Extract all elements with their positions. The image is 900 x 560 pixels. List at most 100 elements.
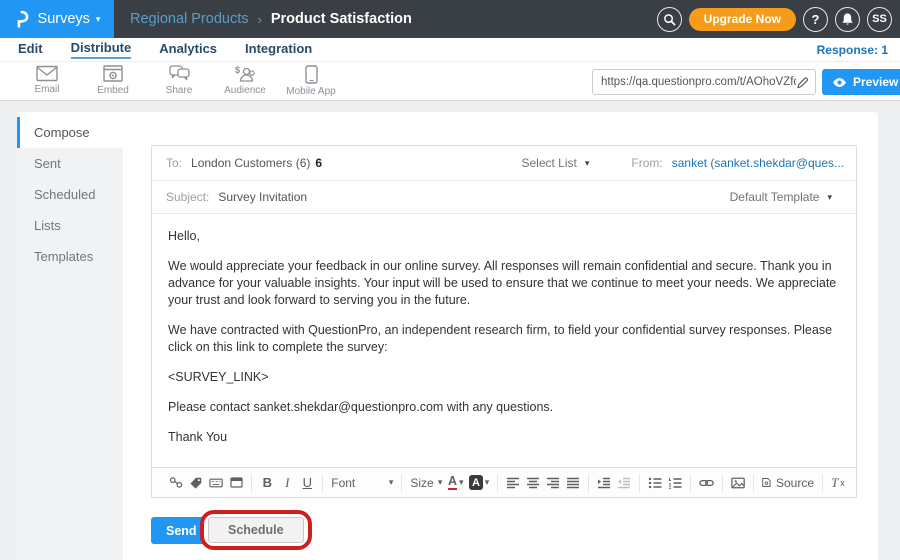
bold-button[interactable]: B	[257, 472, 277, 494]
to-label: To:	[166, 156, 182, 170]
image-icon	[731, 477, 745, 489]
response-count[interactable]: Response: 1	[817, 43, 888, 57]
size-dropdown-label: Size	[410, 476, 433, 490]
breadcrumb-folder[interactable]: Regional Products	[130, 11, 249, 27]
source-doc-icon	[762, 476, 771, 489]
indent-decrease-button[interactable]	[614, 472, 634, 494]
body-paragraph: We have contracted with QuestionPro, an …	[168, 322, 840, 356]
tab-distribute[interactable]: Distribute	[71, 40, 132, 59]
tab-analytics[interactable]: Analytics	[159, 41, 217, 58]
breadcrumb-separator: ›	[258, 12, 262, 27]
bell-icon	[841, 12, 854, 26]
italic-button[interactable]: I	[277, 472, 297, 494]
survey-nav: Edit Distribute Analytics Integration Re…	[0, 38, 900, 61]
survey-url-input[interactable]	[601, 76, 796, 88]
distribute-toolbar: Email Embed Share $	[0, 61, 900, 101]
embed-media-button[interactable]	[226, 472, 246, 494]
justify-button[interactable]	[563, 472, 583, 494]
toolbar-separator	[822, 474, 823, 492]
indent-increase-button[interactable]	[594, 472, 614, 494]
eye-icon	[832, 77, 847, 88]
avatar[interactable]: SS	[867, 7, 892, 32]
from-value[interactable]: sanket (sanket.shekdar@ques...	[672, 156, 844, 170]
preview-button[interactable]: Preview	[822, 69, 900, 95]
align-left-button[interactable]	[503, 472, 523, 494]
font-dropdown[interactable]: Font ▾	[328, 472, 396, 494]
remove-format-button[interactable]: T x	[828, 472, 848, 494]
top-header: Surveys ▾ Regional Products › Product Sa…	[0, 0, 900, 38]
source-button[interactable]: Source	[759, 472, 817, 494]
schedule-highlight-annotation: Schedule	[200, 510, 312, 550]
sidebar-item-sent[interactable]: Sent	[17, 148, 123, 179]
channel-audience[interactable]: $ Audience	[212, 65, 278, 97]
embed-media-icon	[230, 477, 243, 488]
channel-share[interactable]: Share	[146, 65, 212, 97]
mobile-app-icon	[305, 65, 318, 84]
indent-decrease-icon	[617, 477, 631, 489]
sidebar-item-templates[interactable]: Templates	[17, 241, 123, 272]
notifications-button[interactable]	[835, 7, 860, 32]
toolbar-separator	[251, 474, 252, 492]
to-value[interactable]: London Customers (6)	[191, 156, 310, 170]
keyboard-button[interactable]	[206, 472, 226, 494]
edit-url-pencil-icon[interactable]	[796, 76, 809, 89]
numbered-list-icon	[668, 477, 682, 489]
from-field: From: sanket (sanket.shekdar@ques...	[631, 156, 844, 170]
anchor-link-button[interactable]	[166, 472, 186, 494]
help-button[interactable]: ?	[803, 7, 828, 32]
survey-url-box	[592, 69, 816, 95]
chevron-down-icon: ▾	[585, 158, 590, 169]
schedule-button[interactable]: Schedule	[208, 517, 304, 543]
subject-row: Subject: Survey Invitation Default Templ…	[152, 181, 856, 214]
surveys-menu[interactable]: Surveys ▾	[0, 0, 114, 38]
tab-edit[interactable]: Edit	[18, 41, 43, 58]
sidebar-item-lists[interactable]: Lists	[17, 210, 123, 241]
select-list-dropdown[interactable]: Select List ▾	[521, 156, 589, 170]
bullet-list-button[interactable]	[645, 472, 665, 494]
chevron-down-icon: ▾	[96, 15, 101, 24]
audience-icon: $	[234, 65, 256, 83]
align-left-icon	[506, 477, 520, 489]
upgrade-now-button[interactable]: Upgrade Now	[689, 8, 796, 31]
body-paragraph: Thank You	[168, 429, 840, 446]
insert-link-button[interactable]	[696, 472, 717, 494]
channel-audience-label: Audience	[224, 85, 266, 96]
search-button[interactable]	[657, 7, 682, 32]
tag-button[interactable]	[186, 472, 206, 494]
toolbar-separator	[588, 474, 589, 492]
align-center-button[interactable]	[523, 472, 543, 494]
sidebar-item-compose[interactable]: Compose	[17, 117, 123, 148]
insert-image-button[interactable]	[728, 472, 748, 494]
source-label: Source	[776, 476, 814, 490]
email-sidebar: Compose Sent Scheduled Lists Templates	[17, 117, 123, 560]
body-paragraph: Please contact sanket.shekdar@questionpr…	[168, 399, 840, 416]
share-icon	[169, 65, 190, 83]
body-paragraph: We would appreciate your feedback in our…	[168, 258, 840, 309]
channel-email[interactable]: Email	[14, 65, 80, 97]
channel-mobile-app[interactable]: Mobile App	[278, 65, 344, 97]
text-color-label: A	[448, 475, 457, 491]
numbered-list-button[interactable]	[665, 472, 685, 494]
tab-integration[interactable]: Integration	[245, 41, 312, 58]
subject-value[interactable]: Survey Invitation	[218, 190, 307, 204]
to-recipient-count: 6	[315, 156, 322, 170]
channel-mobile-app-label: Mobile App	[286, 86, 335, 97]
sidebar-item-scheduled[interactable]: Scheduled	[17, 179, 123, 210]
text-color-button[interactable]: A ▾	[445, 472, 466, 494]
breadcrumb: Regional Products › Product Satisfaction	[130, 11, 412, 27]
svg-text:$: $	[235, 65, 240, 75]
email-body-editor[interactable]: Hello, We would appreciate your feedback…	[152, 215, 856, 467]
toolbar-separator	[497, 474, 498, 492]
background-color-button[interactable]: A ▾	[466, 472, 492, 494]
toolbar-separator	[322, 474, 323, 492]
underline-button[interactable]: U	[297, 472, 317, 494]
embed-icon	[103, 65, 123, 83]
channel-embed[interactable]: Embed	[80, 65, 146, 97]
anchor-link-icon	[169, 476, 183, 489]
align-right-icon	[546, 477, 560, 489]
align-right-button[interactable]	[543, 472, 563, 494]
channel-share-label: Share	[166, 85, 193, 96]
keyboard-icon	[209, 478, 223, 488]
template-dropdown[interactable]: Default Template ▾	[730, 190, 832, 204]
size-dropdown[interactable]: Size ▾	[407, 472, 445, 494]
